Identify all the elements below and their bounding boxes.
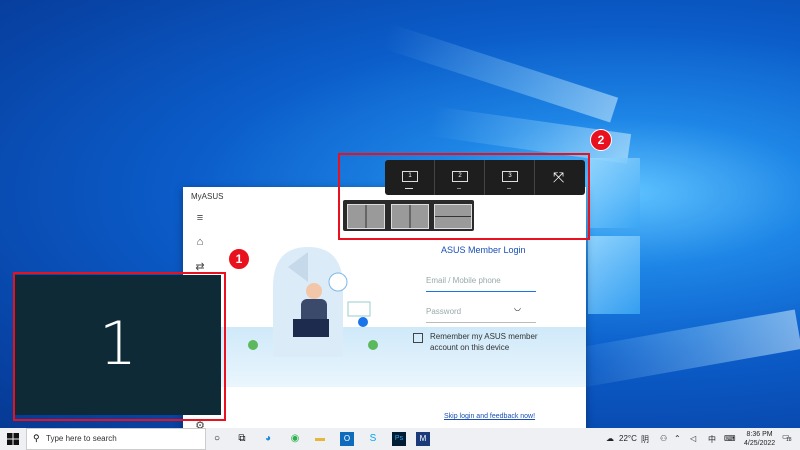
task-view-icon[interactable]: ⧉ bbox=[235, 432, 249, 446]
outlook-icon[interactable]: O bbox=[340, 432, 354, 446]
edge-icon[interactable]: ◕ bbox=[261, 432, 275, 446]
photoshop-icon[interactable]: Ps bbox=[392, 432, 406, 446]
clock[interactable]: 8:36 PM 4/25/2022 bbox=[744, 430, 775, 448]
search-icon: ⚲ bbox=[33, 433, 40, 443]
password-placeholder: Password bbox=[426, 307, 462, 316]
weather-desc[interactable]: 阴 bbox=[641, 434, 649, 445]
notification-count: 18 bbox=[786, 437, 792, 443]
light-beam bbox=[381, 23, 619, 123]
taskbar-search[interactable]: ⚲ Type here to search bbox=[26, 428, 206, 450]
search-placeholder: Type here to search bbox=[46, 434, 117, 443]
highlight-snap-area bbox=[338, 153, 590, 240]
remember-checkbox[interactable] bbox=[413, 333, 423, 343]
chevron-up-icon[interactable]: ⌃ bbox=[674, 434, 681, 443]
app-icon[interactable]: ◉ bbox=[288, 432, 302, 446]
hamburger-menu-icon[interactable]: ≡ bbox=[193, 211, 207, 225]
remember-me[interactable]: Remember my ASUS member account on this … bbox=[413, 331, 540, 353]
taskbar: ⚲ Type here to search ○ ⧉ ◕ ◉ ▬ O S Ps M… bbox=[0, 428, 800, 450]
window-title: MyASUS bbox=[191, 192, 224, 201]
skip-login-link[interactable]: Skip login and feedback now! bbox=[444, 413, 535, 420]
remember-label: Remember my ASUS member account on this … bbox=[430, 332, 538, 352]
windows-logo bbox=[588, 158, 648, 328]
home-icon[interactable]: ⌂ bbox=[193, 235, 207, 249]
people-icon[interactable]: ⚇ bbox=[660, 434, 667, 443]
time: 8:36 PM bbox=[746, 431, 773, 438]
weather-temp[interactable]: 22°C bbox=[619, 434, 637, 443]
email-field[interactable]: Email / Mobile phone bbox=[426, 276, 536, 292]
keyboard-icon[interactable]: ⌨ bbox=[724, 434, 736, 443]
weather-icon[interactable]: ☁ bbox=[606, 434, 614, 443]
volume-icon[interactable]: ◁ bbox=[690, 434, 696, 443]
date: 4/25/2022 bbox=[744, 440, 776, 447]
file-explorer-icon[interactable]: ▬ bbox=[313, 432, 327, 446]
ime-indicator[interactable]: 中 bbox=[708, 434, 716, 445]
support-illustration bbox=[248, 247, 378, 357]
password-field[interactable]: Password ◡ bbox=[426, 303, 536, 323]
loading-spinner-icon: ◡ bbox=[514, 303, 521, 312]
cortana-icon[interactable]: ○ bbox=[210, 432, 224, 446]
skype-icon[interactable]: S bbox=[366, 432, 380, 446]
step-badge-1: 1 bbox=[228, 248, 250, 270]
start-windows-icon[interactable] bbox=[7, 433, 19, 445]
myasus-taskbar-icon[interactable]: M bbox=[416, 432, 430, 446]
step-badge-2: 2 bbox=[590, 129, 612, 151]
email-placeholder: Email / Mobile phone bbox=[426, 276, 501, 285]
login-title: ASUS Member Login bbox=[441, 245, 526, 255]
highlight-identifier bbox=[13, 272, 226, 421]
